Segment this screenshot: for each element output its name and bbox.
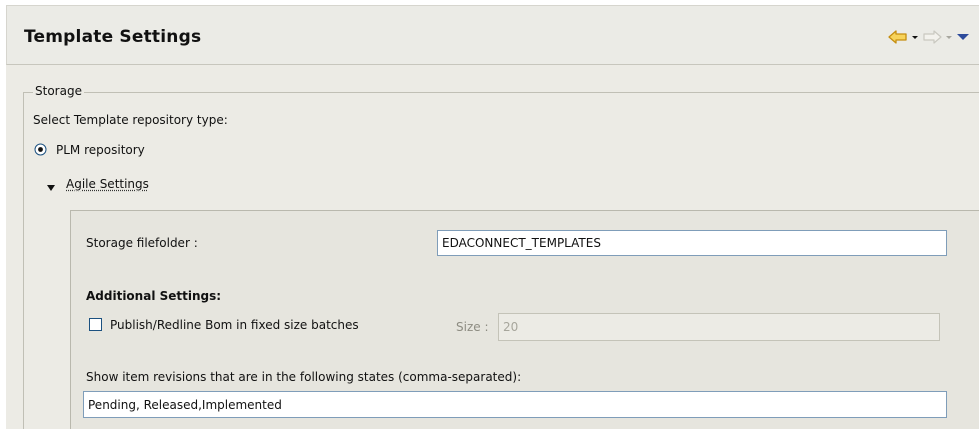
storage-filefolder-value: EDACONNECT_TEMPLATES	[442, 236, 601, 250]
forward-arrow-icon[interactable]	[921, 28, 943, 46]
storage-filefolder-input[interactable]: EDACONNECT_TEMPLATES	[437, 230, 947, 256]
expanded-twisty-icon[interactable]	[46, 181, 56, 191]
plm-repository-radio[interactable]	[34, 143, 47, 156]
navigation-toolbar	[887, 28, 971, 46]
page-header: Template Settings	[6, 5, 979, 65]
publish-redline-bom-label[interactable]: Publish/Redline Bom in fixed size batche…	[110, 318, 359, 332]
back-arrow-icon[interactable]	[887, 28, 909, 46]
plm-repository-label[interactable]: PLM repository	[56, 143, 145, 157]
item-revisions-states-label: Show item revisions that are in the foll…	[86, 370, 522, 384]
item-revisions-states-value: Pending, Released,Implemented	[88, 397, 282, 412]
dropdown-icon[interactable]	[943, 28, 955, 46]
repository-type-label: Select Template repository type:	[33, 113, 228, 127]
size-label: Size :	[456, 320, 489, 334]
size-value: 20	[503, 320, 519, 334]
template-settings-page: Template Settings Storage Select Templat…	[0, 0, 979, 429]
storage-group-label: Storage	[33, 84, 84, 98]
view-menu-icon[interactable]	[955, 28, 971, 46]
additional-settings-heading: Additional Settings:	[86, 289, 222, 303]
agile-settings-section[interactable]: Agile Settings	[66, 177, 149, 191]
size-input[interactable]: 20	[498, 313, 940, 341]
publish-redline-bom-checkbox[interactable]	[89, 318, 102, 331]
item-revisions-states-input[interactable]: Pending, Released,Implemented	[83, 391, 947, 418]
storage-filefolder-label: Storage filefolder :	[86, 236, 198, 250]
page-title: Template Settings	[24, 27, 202, 47]
dropdown-icon[interactable]	[909, 28, 921, 46]
